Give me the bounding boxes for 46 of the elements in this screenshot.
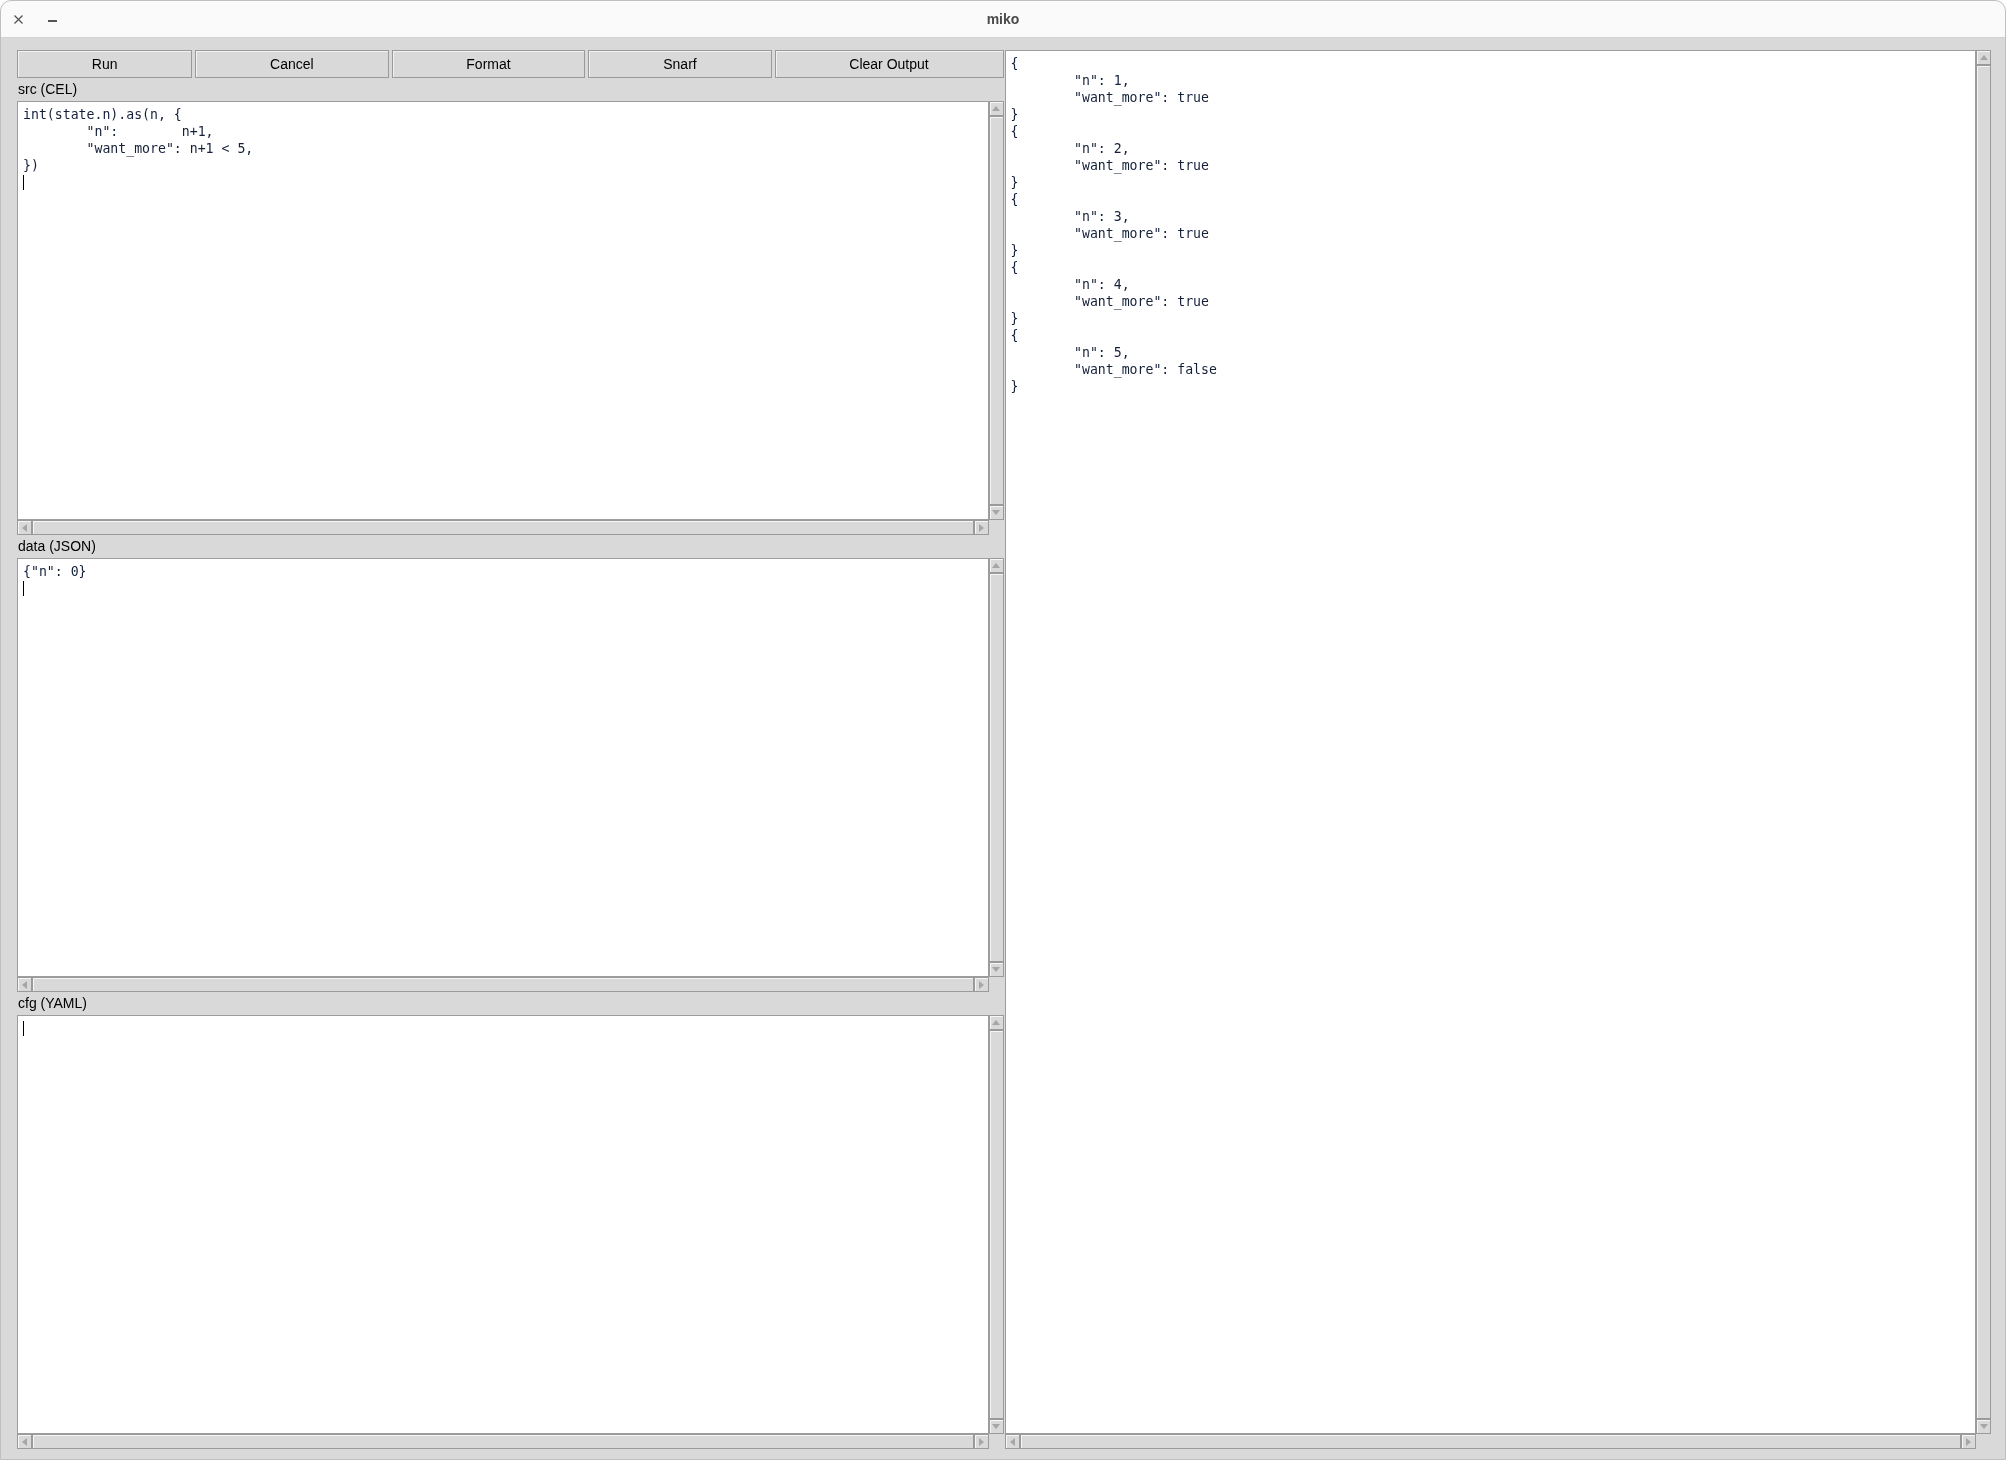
left-triangle-icon (1009, 1437, 1015, 1446)
output-record: { "n": 5, "want_more": false } (1010, 327, 1217, 395)
toolbar-button[interactable]: Clear Output (774, 50, 1004, 78)
right-triangle-icon (978, 1437, 984, 1446)
output-record: { "n": 3, "want_more": true } (1010, 191, 1209, 259)
editor-label: src (CEL) (18, 81, 78, 98)
output-record: { "n": 1, "want_more": true } (1010, 55, 1209, 123)
code-editor[interactable]: {"n": 0} (17, 558, 989, 977)
down-triangle-icon (992, 510, 1000, 515)
output-record: { "n": 4, "want_more": true } (1010, 259, 1209, 327)
toolbar-button[interactable]: Snarf (588, 50, 772, 78)
down-triangle-icon (992, 967, 1000, 972)
right-triangle-icon (1966, 1437, 1971, 1446)
window-title: miko (986, 11, 1020, 27)
scroll-down-button[interactable] (1976, 1419, 1991, 1434)
scroll-left-button[interactable] (17, 1434, 32, 1449)
scroll-left-button[interactable] (17, 977, 32, 992)
output-record: { "n": 2, "want_more": true } (1010, 123, 1209, 191)
editor-label: data (JSON) (18, 538, 96, 555)
scrollbar-thumb[interactable] (32, 977, 974, 992)
scroll-right-button[interactable] (1961, 1434, 1976, 1449)
right-triangle-icon (978, 523, 984, 532)
scroll-left-button[interactable] (17, 520, 32, 535)
code-editor[interactable]: int(state.n).as(n, { "n": n+1, "want_more": n+1 < 5, }) (17, 101, 989, 520)
scrollbar-thumb[interactable] (32, 1434, 974, 1449)
up-triangle-icon (1979, 55, 1988, 60)
toolbar-button[interactable]: Format (391, 50, 586, 78)
scrollbar-thumb[interactable] (1019, 1434, 1961, 1449)
toolbar-button[interactable]: Cancel (195, 50, 389, 78)
down-triangle-icon (992, 1424, 1000, 1429)
scroll-left-button[interactable] (1004, 1434, 1020, 1449)
down-triangle-icon (1979, 1424, 1988, 1429)
left-triangle-icon (22, 980, 27, 989)
scroll-up-button[interactable] (1976, 50, 1991, 65)
editor-label: cfg (YAML) (18, 995, 87, 1012)
right-triangle-icon (978, 980, 984, 989)
up-triangle-icon (992, 563, 1000, 568)
scrollbar-thumb[interactable] (1976, 65, 1991, 1419)
left-triangle-icon (22, 523, 27, 532)
scrollbar-thumb[interactable] (32, 520, 974, 535)
up-triangle-icon (992, 106, 1000, 111)
minimize-icon[interactable] (48, 19, 57, 22)
close-icon[interactable] (14, 14, 23, 24)
up-triangle-icon (992, 1020, 1000, 1025)
left-triangle-icon (22, 1437, 27, 1446)
toolbar-button[interactable]: Run (17, 50, 193, 78)
